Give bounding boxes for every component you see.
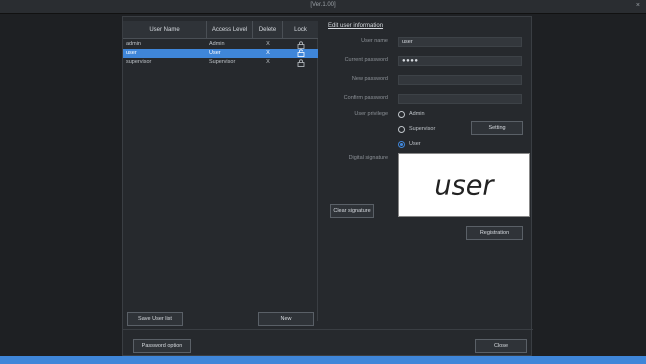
radio-user-label: User — [409, 141, 421, 147]
setting-button[interactable]: Setting — [471, 121, 523, 135]
delete-user-button[interactable]: X — [253, 40, 283, 49]
new-password-field[interactable] — [398, 75, 522, 85]
radio-admin-label: Admin — [409, 111, 425, 117]
confirm-password-field[interactable] — [398, 94, 522, 104]
user-name-field[interactable]: user — [398, 37, 522, 47]
lock-icon[interactable] — [283, 49, 318, 58]
cell-access-level: User — [209, 50, 221, 56]
save-user-list-button[interactable]: Save User list — [127, 312, 183, 326]
digital-signature-label: Digital signature — [348, 155, 388, 161]
header-user-name[interactable]: User Name — [123, 21, 207, 39]
new-password-label: New password — [351, 76, 388, 82]
clear-signature-button[interactable]: Clear signature — [330, 204, 374, 218]
header-delete[interactable]: Delete — [253, 21, 283, 39]
current-password-field[interactable]: ●●●● — [398, 56, 522, 66]
table-row[interactable]: user User X — [123, 49, 318, 58]
delete-user-button[interactable]: X — [253, 58, 283, 67]
edit-user-title: Edit user information — [328, 23, 384, 29]
table-row[interactable]: supervisor Supervisor X — [123, 58, 318, 67]
title-bar: [Ver.1.00] × — [0, 0, 646, 14]
table-row[interactable]: admin Admin X — [123, 40, 318, 49]
cell-user-name: user — [126, 50, 137, 56]
radio-admin[interactable]: Admin — [398, 110, 478, 119]
confirm-password-label: Confirm password — [343, 95, 388, 101]
radio-supervisor-label: Supervisor — [409, 126, 436, 132]
cell-user-name: supervisor — [126, 59, 152, 65]
registration-button[interactable]: Registration — [466, 226, 523, 240]
window-title: [Ver.1.00] — [310, 2, 336, 8]
radio-user[interactable]: User — [398, 140, 478, 149]
new-user-button[interactable]: New — [258, 312, 314, 326]
user-table: User Name Access Level Delete Lock admin… — [123, 21, 318, 321]
cell-user-name: admin — [126, 41, 141, 47]
radio-supervisor[interactable]: Supervisor — [398, 125, 478, 134]
user-management-dialog: User Name Access Level Delete Lock admin… — [122, 16, 533, 356]
signature-pad[interactable]: user — [398, 153, 530, 217]
cell-access-level: Admin — [209, 41, 225, 47]
radio-supervisor-indicator[interactable] — [398, 126, 405, 133]
lock-icon[interactable] — [283, 40, 318, 49]
signature-drawing: user — [434, 171, 495, 202]
password-option-button[interactable]: Password option — [133, 339, 191, 353]
signature-text: user — [434, 171, 495, 202]
header-access-level[interactable]: Access Level — [207, 21, 253, 39]
radio-admin-indicator[interactable] — [398, 111, 405, 118]
edit-user-panel: Edit user information User name user Cur… — [328, 21, 530, 261]
radio-user-indicator[interactable] — [398, 141, 405, 148]
footer-divider — [123, 329, 533, 330]
lock-icon[interactable] — [283, 58, 318, 67]
status-bar — [0, 356, 646, 364]
user-privilege-label: User privilege — [354, 111, 388, 117]
table-header: User Name Access Level Delete Lock — [123, 21, 318, 39]
close-window-icon[interactable]: × — [636, 2, 640, 9]
cell-access-level: Supervisor — [209, 59, 236, 65]
user-name-label: User name — [361, 38, 388, 44]
delete-user-button[interactable]: X — [253, 49, 283, 58]
close-button[interactable]: Close — [475, 339, 527, 353]
current-password-label: Current password — [344, 57, 388, 63]
header-lock[interactable]: Lock — [283, 21, 318, 39]
